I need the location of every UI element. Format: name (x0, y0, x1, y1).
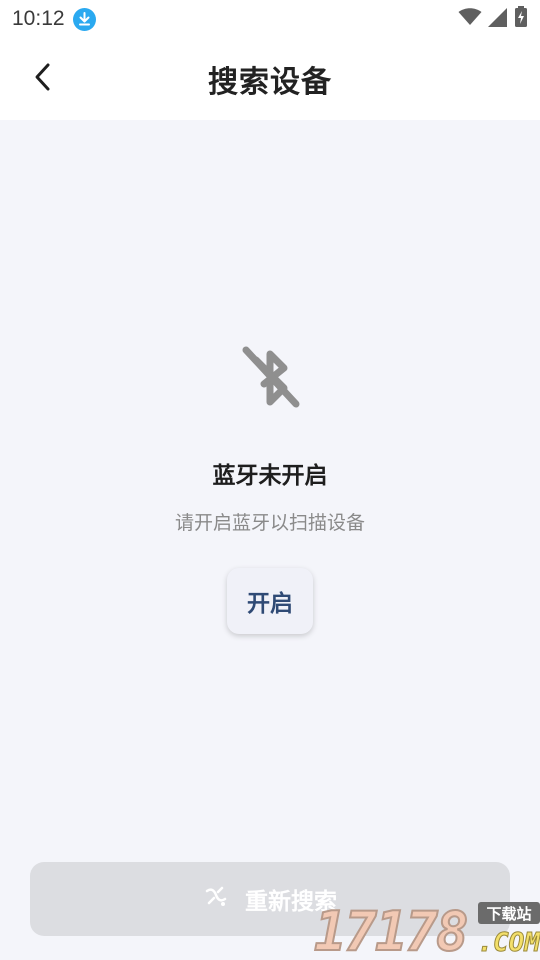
wifi-icon (458, 8, 482, 30)
battery-charging-icon (514, 6, 528, 32)
watermark-badge: 下载站 (478, 902, 540, 924)
bluetooth-disabled-icon (234, 338, 306, 418)
cell-signal-icon (488, 7, 508, 31)
status-bar: 10:12 (0, 0, 540, 38)
enable-bluetooth-button[interactable]: 开启 (227, 568, 313, 634)
status-icons (458, 6, 528, 32)
watermark-number: 17178 (313, 899, 470, 960)
status-time: 10:12 (12, 7, 65, 30)
page-title: 搜索设备 (208, 65, 332, 100)
app-header: 搜索设备 (0, 38, 540, 120)
bluetooth-off-title: 蓝牙未开启 (212, 463, 328, 489)
search-device-screen: 10:12 搜索设备 蓝牙未开启 请开启蓝牙以扫描设备 开启 重新搜索 1717… (0, 0, 540, 960)
bluetooth-off-description: 请开启蓝牙以扫描设备 (174, 512, 365, 534)
scan-icon (203, 883, 229, 915)
download-icon (72, 7, 96, 31)
chevron-left-icon (33, 62, 53, 96)
back-button[interactable] (26, 62, 60, 96)
site-watermark: 17178 下载站 .COM (313, 898, 540, 960)
watermark-domain: .COM (477, 928, 540, 959)
